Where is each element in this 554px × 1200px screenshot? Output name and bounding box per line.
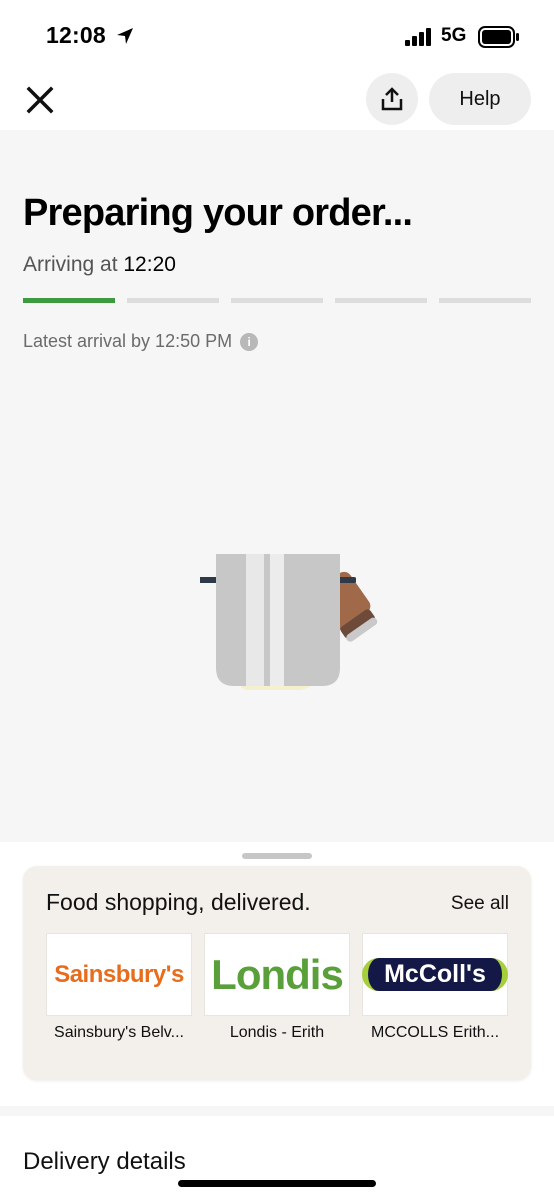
location-arrow-icon	[117, 28, 133, 44]
store-name: MCCOLLS Erith...	[370, 1024, 500, 1041]
store-name: Sainsbury's Belv...	[54, 1024, 184, 1041]
close-icon	[26, 86, 54, 114]
share-icon	[381, 87, 403, 111]
delivery-details-heading[interactable]: Delivery details	[23, 1148, 186, 1176]
londis-logo: Londis	[211, 950, 344, 998]
bottom-sheet[interactable]: Food shopping, delivered. See all Sainsb…	[0, 842, 554, 1200]
store-logo: Londis	[204, 933, 350, 1016]
food-shopping-title: Food shopping, delivered.	[46, 889, 311, 915]
progress-segment	[439, 298, 531, 303]
info-icon[interactable]: i	[240, 332, 259, 351]
food-shopping-card: Food shopping, delivered. See all Sainsb…	[23, 866, 531, 1080]
store-name: Londis - Erith	[229, 1024, 325, 1041]
latest-arrival-text: Latest arrival by 12:50 PM	[23, 331, 233, 351]
section-divider	[0, 1106, 554, 1116]
store-tile-sainsburys[interactable]: Sainsbury's Sainsbury's Belv...	[46, 933, 192, 1042]
store-tile-mccolls[interactable]: McColl's MCCOLLS Erith...	[362, 933, 508, 1042]
nav-bar: Help	[0, 70, 554, 130]
progress-segment	[23, 298, 115, 303]
arriving-label: Arriving at	[23, 253, 118, 276]
store-tile-londis[interactable]: Londis Londis - Erith	[204, 933, 350, 1042]
order-progress-bar	[23, 298, 531, 304]
arrival-estimate: Arriving at 12:20	[23, 253, 176, 277]
home-indicator[interactable]	[178, 1180, 376, 1187]
order-tracking-panel: Preparing your order... Arriving at 12:2…	[0, 130, 554, 842]
progress-segment	[127, 298, 219, 303]
order-status-title: Preparing your order...	[23, 192, 413, 234]
network-label: 5G	[441, 25, 467, 46]
store-logo: McColl's	[362, 933, 508, 1016]
close-button[interactable]	[22, 82, 58, 118]
battery-icon	[478, 26, 519, 48]
progress-segment	[335, 298, 427, 303]
see-all-link[interactable]: See all	[451, 893, 509, 915]
arriving-time: 12:20	[123, 253, 176, 276]
progress-segment	[231, 298, 323, 303]
status-time: 12:08	[46, 22, 106, 48]
status-bar: 12:08 5G	[0, 0, 554, 70]
sheet-drag-handle[interactable]	[242, 853, 312, 859]
help-button[interactable]: Help	[429, 73, 531, 125]
latest-arrival[interactable]: Latest arrival by 12:50 PM i	[23, 331, 259, 352]
signal-icon	[405, 28, 431, 46]
sainsburys-logo: Sainsbury's	[54, 960, 184, 988]
mccolls-logo: McColl's	[362, 958, 508, 991]
share-button[interactable]	[366, 73, 418, 125]
store-logo: Sainsbury's	[46, 933, 192, 1016]
pot-icon	[200, 554, 356, 686]
